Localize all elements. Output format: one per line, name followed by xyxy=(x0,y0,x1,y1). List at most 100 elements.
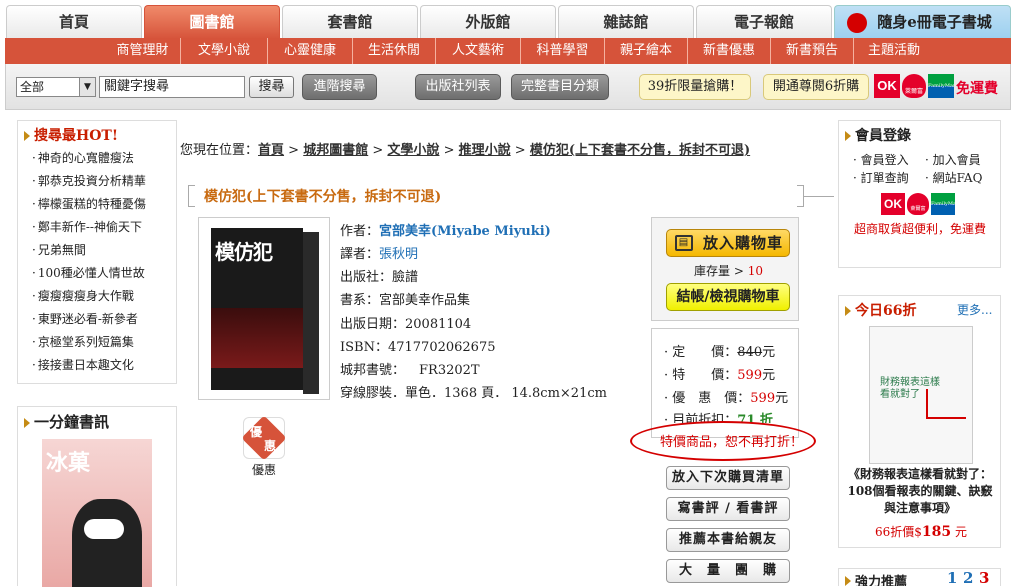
book-cover-frame[interactable]: 模仿犯 xyxy=(198,217,330,400)
breadcrumb-mystery[interactable]: 推理小說 xyxy=(459,143,511,158)
order-query-link[interactable]: · 訂單查詢 xyxy=(853,169,909,186)
page-2-link[interactable]: 2 xyxy=(963,569,973,586)
advanced-search-button[interactable]: 進階搜尋 xyxy=(302,74,377,100)
sub-nav-item[interactable]: 科普學習 xyxy=(521,38,605,64)
triangle-icon xyxy=(845,131,851,141)
breadcrumb-sep: > xyxy=(288,143,300,158)
tab-ebook[interactable]: 隨身e冊電子書城 xyxy=(834,5,1011,39)
hot-item[interactable]: 郭恭克投資分析精華 xyxy=(18,170,176,193)
breadcrumb-library[interactable]: 城邦圖書館 xyxy=(303,143,368,158)
hot-item[interactable]: 鄭丰新作--神偷天下 xyxy=(18,216,176,239)
spec-row: 穿線膠裝．單色．1368 頁． 14.8cm×21cm xyxy=(340,386,607,401)
sub-nav-item[interactable]: 新書優惠 xyxy=(688,38,771,64)
hot-item[interactable]: 瘦瘦瘦瘦身大作戰 xyxy=(18,285,176,308)
hilife-logo: 萊爾富 xyxy=(907,193,929,215)
checkout-button[interactable]: 結帳/檢視購物車 xyxy=(666,283,790,311)
today-book-cover[interactable]: 財務報表這樣看就對了 xyxy=(869,326,973,464)
today-book-title[interactable]: 《財務報表這樣看就對了：108個看報表的關鍵、訣竅與注意事項》 xyxy=(845,466,995,517)
translator-label: 譯者： xyxy=(340,247,380,262)
hot-item[interactable]: 京極堂系列短篇集 xyxy=(18,331,176,354)
author-link[interactable]: 宮部美幸(Miyabe Miyuki) xyxy=(379,224,551,239)
today-price-label: 66折價$ xyxy=(875,525,922,539)
badge-text-top: 優 xyxy=(250,425,263,439)
tab-magazine[interactable]: 雜誌館 xyxy=(558,5,694,39)
tab-library[interactable]: 圖書館 xyxy=(144,5,280,39)
search-input[interactable]: 關鍵字搜尋 xyxy=(99,76,245,98)
full-category-button[interactable]: 完整書目分類 xyxy=(511,74,609,100)
hot-item[interactable]: 100種必懂人情世故 xyxy=(18,262,176,285)
breadcrumb-sep: > xyxy=(514,143,526,158)
special-price-value: 599 xyxy=(737,368,763,383)
badge-label: 優惠 xyxy=(252,463,277,477)
yuan-label: 元 xyxy=(762,368,776,383)
sub-nav-item[interactable]: 心靈健康 xyxy=(268,38,353,64)
today-title-text: 今日66折 xyxy=(855,303,917,319)
hot-item[interactable]: 接接畫日本趣文化 xyxy=(18,354,176,377)
sub-nav-item[interactable]: 人文藝術 xyxy=(436,38,521,64)
tab-ebook-label: 隨身e冊電子書城 xyxy=(877,13,992,31)
category-select[interactable]: 全部 ▼ xyxy=(16,77,96,97)
bulk-purchase-button[interactable]: 大 量 團 購 xyxy=(666,559,790,583)
promo-vip-button[interactable]: 開通尊閱6折購 xyxy=(763,74,869,100)
sub-nav-item[interactable]: 生活休閒 xyxy=(353,38,436,64)
tab-newsletter[interactable]: 電子報館 xyxy=(696,5,832,39)
member-login-link[interactable]: · 會員登入 xyxy=(853,151,909,168)
sub-nav-item[interactable]: 新書預告 xyxy=(771,38,854,64)
recommend-button[interactable]: 推薦本書給親友 xyxy=(666,528,790,552)
breadcrumb-home[interactable]: 首頁 xyxy=(258,143,284,158)
special-price-row: · 特 價：599元 xyxy=(664,368,776,383)
today-yuan: 元 xyxy=(954,525,967,539)
page-1-link[interactable]: 1 xyxy=(947,569,957,586)
one-minute-title: 一分鐘書訊 xyxy=(18,407,176,436)
member-login-box: 會員登錄 · 會員登入 · 加入會員 · 訂單查詢 · 網站FAQ OK 萊爾富… xyxy=(838,120,1001,268)
add-to-cart-button[interactable]: ▤ 放入購物車 xyxy=(666,229,790,257)
breadcrumb-literature[interactable]: 文學小說 xyxy=(387,143,439,158)
translator-link[interactable]: 張秋明 xyxy=(379,247,418,262)
join-member-link[interactable]: · 加入會員 xyxy=(925,151,981,168)
author-label: 作者： xyxy=(340,224,380,239)
breadcrumb-prefix: 您現在位置： xyxy=(180,143,259,158)
sub-nav-item[interactable]: 文學小說 xyxy=(181,38,268,64)
stock-label: 庫存量 > xyxy=(694,264,744,278)
hot-item[interactable]: 檸檬蛋糕的特種憂傷 xyxy=(18,193,176,216)
join-member-text: 加入會員 xyxy=(932,153,981,167)
member-login-text: 會員登入 xyxy=(860,153,909,167)
hot-item[interactable]: 神奇的心寬體瘦法 xyxy=(18,147,176,170)
hot-item[interactable]: 東野迷必看-新參者 xyxy=(18,308,176,331)
book-review-button[interactable]: 寫書評 / 看書評 xyxy=(666,497,790,521)
date-row: 出版日期：20081104 xyxy=(340,317,472,332)
more-link[interactable]: 更多... xyxy=(957,301,992,318)
breadcrumb-current[interactable]: 模仿犯(上下套書不分售，拆封不可退) xyxy=(530,143,750,158)
sub-nav-item[interactable]: 主題活動 xyxy=(854,38,934,64)
today-price-value: 185 xyxy=(921,524,952,540)
search-button[interactable]: 搜尋 xyxy=(249,76,294,98)
add-to-cart-label: 放入購物車 xyxy=(703,234,784,252)
save-for-later-button[interactable]: 放入下次購買清單 xyxy=(666,466,790,490)
tab-set-books[interactable]: 套書館 xyxy=(282,5,418,39)
special-price-label: 特 價： xyxy=(672,368,738,383)
chevron-down-icon: ▼ xyxy=(79,78,95,96)
sub-nav-item[interactable]: 商管理財 xyxy=(105,38,181,64)
familymart-logo: FamilyMart xyxy=(928,74,954,98)
book-cover: 模仿犯 xyxy=(211,228,303,390)
tab-foreign[interactable]: 外版館 xyxy=(420,5,556,39)
list-price-row: · 定 價：840元 xyxy=(664,345,776,360)
hot-search-box: 搜尋最HOT! 神奇的心寬體瘦法 郭恭克投資分析精華 檸檬蛋糕的特種憂傷 鄭丰新… xyxy=(17,120,177,384)
stock-value: 10 xyxy=(747,264,763,278)
page-3-link[interactable]: 3 xyxy=(979,569,989,586)
list-price-label: 定 價： xyxy=(672,345,738,360)
hot-item[interactable]: 兄弟無間 xyxy=(18,239,176,262)
faq-link[interactable]: · 網站FAQ xyxy=(925,169,982,186)
minute-book-cover[interactable]: 冰菓 xyxy=(42,439,152,587)
badge-text-bottom: 惠 xyxy=(264,439,277,453)
order-query-text: 訂單查詢 xyxy=(860,171,909,185)
promo-39-button[interactable]: 39折限量搶購！ xyxy=(639,74,751,100)
tab-home[interactable]: 首頁 xyxy=(6,5,142,39)
member-title: 會員登錄 xyxy=(839,121,1000,149)
faq-text: 網站FAQ xyxy=(932,171,983,185)
ok-mart-logo: OK xyxy=(881,193,905,215)
publisher-list-button[interactable]: 出版社列表 xyxy=(415,74,501,100)
discount-badge: 優 惠 xyxy=(241,415,287,461)
cover-art xyxy=(211,308,303,368)
sub-nav-item[interactable]: 親子繪本 xyxy=(605,38,688,64)
